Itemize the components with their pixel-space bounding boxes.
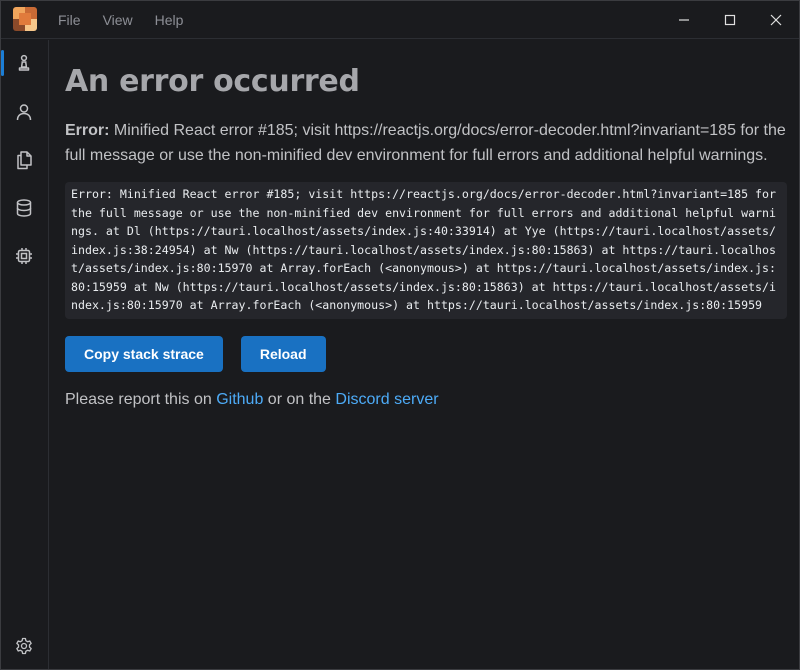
- chess-pawn-icon: [18, 54, 30, 71]
- error-message-text: Minified React error #185; visit https:/…: [65, 122, 786, 164]
- copy-stack-trace-button[interactable]: Copy stack strace: [65, 335, 223, 372]
- sidebar-item-files[interactable]: [1, 137, 47, 183]
- menu-view[interactable]: View: [92, 12, 144, 28]
- menu-help[interactable]: Help: [144, 12, 195, 28]
- title-bar: File View Help: [1, 1, 799, 39]
- action-buttons: Copy stack strace Reload: [65, 335, 787, 372]
- user-icon: [16, 104, 32, 121]
- discord-link[interactable]: Discord server: [335, 391, 438, 408]
- reload-button[interactable]: Reload: [240, 335, 326, 372]
- sidebar-item-chess[interactable]: [1, 40, 47, 86]
- github-link[interactable]: Github: [216, 391, 263, 408]
- report-middle: or on the: [267, 390, 331, 408]
- minimize-icon: [679, 19, 689, 21]
- error-page: An error occurred Error: Minified React …: [65, 40, 787, 409]
- maximize-button[interactable]: [707, 1, 753, 39]
- database-icon: [16, 199, 32, 217]
- sidebar-item-database[interactable]: [1, 185, 47, 231]
- report-text: Please report this on Github or on the D…: [65, 391, 787, 409]
- error-label: Error:: [65, 122, 110, 139]
- close-icon: [770, 14, 782, 26]
- minimize-button[interactable]: [661, 1, 707, 39]
- cpu-chip-icon: [16, 248, 32, 264]
- sidebar: [1, 40, 49, 669]
- sidebar-item-user[interactable]: [1, 89, 47, 135]
- app-window: File View Help An error occurred Error: …: [0, 0, 800, 670]
- sidebar-item-engine[interactable]: [1, 233, 47, 279]
- sidebar-item-settings[interactable]: [1, 623, 47, 669]
- menu-file[interactable]: File: [47, 12, 92, 28]
- maximize-icon: [724, 14, 736, 26]
- menu-bar: File View Help: [47, 1, 194, 39]
- copy-files-icon: [17, 151, 32, 170]
- settings-gear-icon: [16, 637, 32, 655]
- stack-trace[interactable]: Error: Minified React error #185; visit …: [65, 182, 787, 319]
- error-message: Error: Minified React error #185; visit …: [65, 118, 787, 168]
- report-prefix: Please report this on: [65, 390, 212, 408]
- app-logo-icon: [13, 7, 37, 31]
- window-controls: [661, 1, 799, 39]
- page-title: An error occurred: [65, 64, 360, 99]
- close-button[interactable]: [753, 1, 799, 39]
